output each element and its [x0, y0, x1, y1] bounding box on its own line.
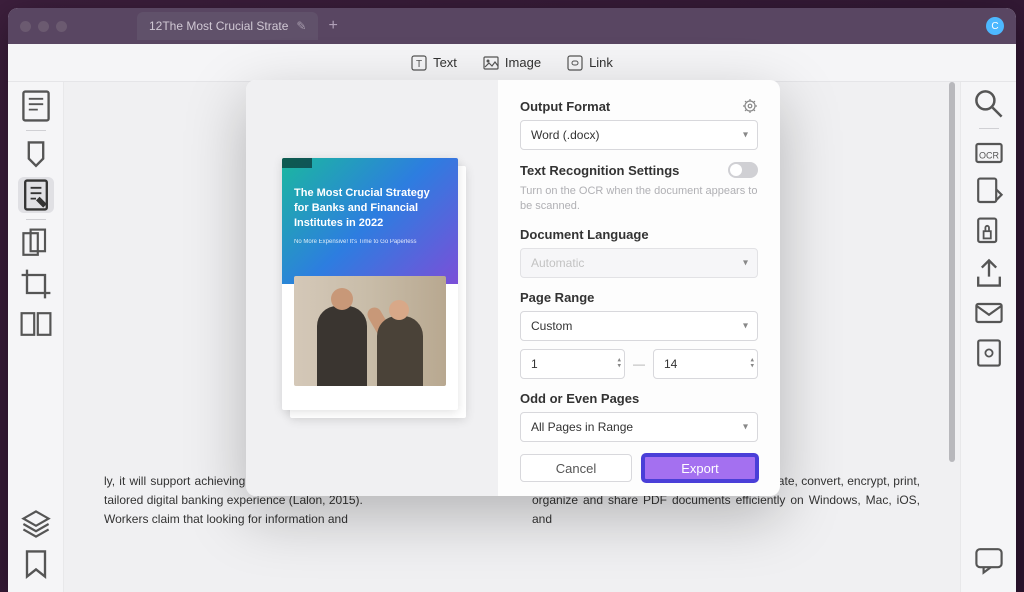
layers-icon[interactable] — [18, 506, 54, 542]
page-range-select[interactable]: Custom — [520, 311, 758, 341]
cancel-button[interactable]: Cancel — [520, 454, 632, 482]
export-form: Output Format Word (.docx) Text Recognit… — [498, 80, 780, 496]
comment-icon[interactable] — [971, 542, 1007, 578]
convert-icon[interactable] — [971, 175, 1007, 211]
mail-icon[interactable] — [971, 295, 1007, 331]
lock-icon[interactable] — [971, 215, 1007, 251]
ocr-icon[interactable]: OCR — [971, 135, 1007, 171]
odd-even-select[interactable]: All Pages in Range — [520, 412, 758, 442]
link-icon — [567, 55, 583, 71]
page-to-input[interactable] — [653, 349, 758, 379]
preview-title: The Most Crucial Strategy for Banks and … — [294, 186, 446, 231]
export-button[interactable]: Export — [642, 454, 758, 482]
output-format-select[interactable]: Word (.docx) — [520, 120, 758, 150]
toolbar-link-label: Link — [589, 55, 613, 70]
scroll-thumb[interactable] — [949, 82, 955, 462]
output-format-label: Output Format — [520, 99, 610, 114]
svg-text:OCR: OCR — [979, 150, 1000, 160]
titlebar: 12The Most Crucial Strate ✎ + C — [8, 8, 1016, 44]
range-separator: — — [633, 357, 645, 371]
bookmark-icon[interactable] — [18, 546, 54, 582]
ocr-label: Text Recognition Settings — [520, 163, 679, 178]
tab-edit-icon[interactable]: ✎ — [296, 19, 306, 33]
left-sidebar — [8, 82, 64, 592]
language-label: Document Language — [520, 227, 649, 242]
pages-icon[interactable] — [18, 226, 54, 262]
preview-panel: The Most Crucial Strategy for Banks and … — [246, 80, 498, 496]
toolbar-image-label: Image — [505, 55, 541, 70]
user-avatar[interactable]: C — [986, 17, 1004, 35]
tab-title: 12The Most Crucial Strate — [149, 19, 288, 33]
add-tab-button[interactable]: + — [328, 17, 337, 35]
language-select: Automatic — [520, 248, 758, 278]
odd-even-label: Odd or Even Pages — [520, 391, 639, 406]
compare-icon[interactable] — [18, 306, 54, 342]
document-tab[interactable]: 12The Most Crucial Strate ✎ — [137, 12, 318, 40]
close-dot[interactable] — [20, 21, 31, 32]
toolbar-image[interactable]: Image — [483, 55, 541, 71]
stepper-icon[interactable]: ▴▾ — [617, 357, 621, 370]
preview-subtitle: No More Expensive! It's Time to Go Paper… — [294, 239, 446, 245]
text-icon: T — [411, 55, 427, 71]
crop-icon[interactable] — [18, 266, 54, 302]
toolbar-link[interactable]: Link — [567, 55, 613, 71]
right-sidebar: OCR — [960, 82, 1016, 592]
svg-text:T: T — [416, 59, 422, 70]
ocr-hint: Turn on the OCR when the document appear… — [520, 184, 758, 215]
maximize-dot[interactable] — [56, 21, 67, 32]
page-range-label: Page Range — [520, 290, 594, 305]
thumbnail-icon[interactable] — [18, 88, 54, 124]
edit-icon[interactable] — [18, 177, 54, 213]
gear-icon[interactable] — [742, 98, 758, 114]
preview-thumbnail: The Most Crucial Strategy for Banks and … — [282, 158, 458, 410]
stepper-icon[interactable]: ▴▾ — [750, 357, 754, 370]
ocr-toggle[interactable] — [728, 162, 758, 178]
image-icon — [483, 55, 499, 71]
compress-icon[interactable] — [971, 335, 1007, 371]
scrollbar[interactable] — [949, 82, 957, 592]
toolbar: T Text Image Link — [8, 44, 1016, 82]
minimize-dot[interactable] — [38, 21, 49, 32]
toolbar-text[interactable]: T Text — [411, 55, 457, 71]
highlight-icon[interactable] — [18, 137, 54, 173]
toolbar-text-label: Text — [433, 55, 457, 70]
window-controls — [20, 21, 67, 32]
share-icon[interactable] — [971, 255, 1007, 291]
page-from-input[interactable] — [520, 349, 625, 379]
export-dialog: The Most Crucial Strategy for Banks and … — [246, 80, 780, 496]
search-icon[interactable] — [971, 86, 1007, 122]
